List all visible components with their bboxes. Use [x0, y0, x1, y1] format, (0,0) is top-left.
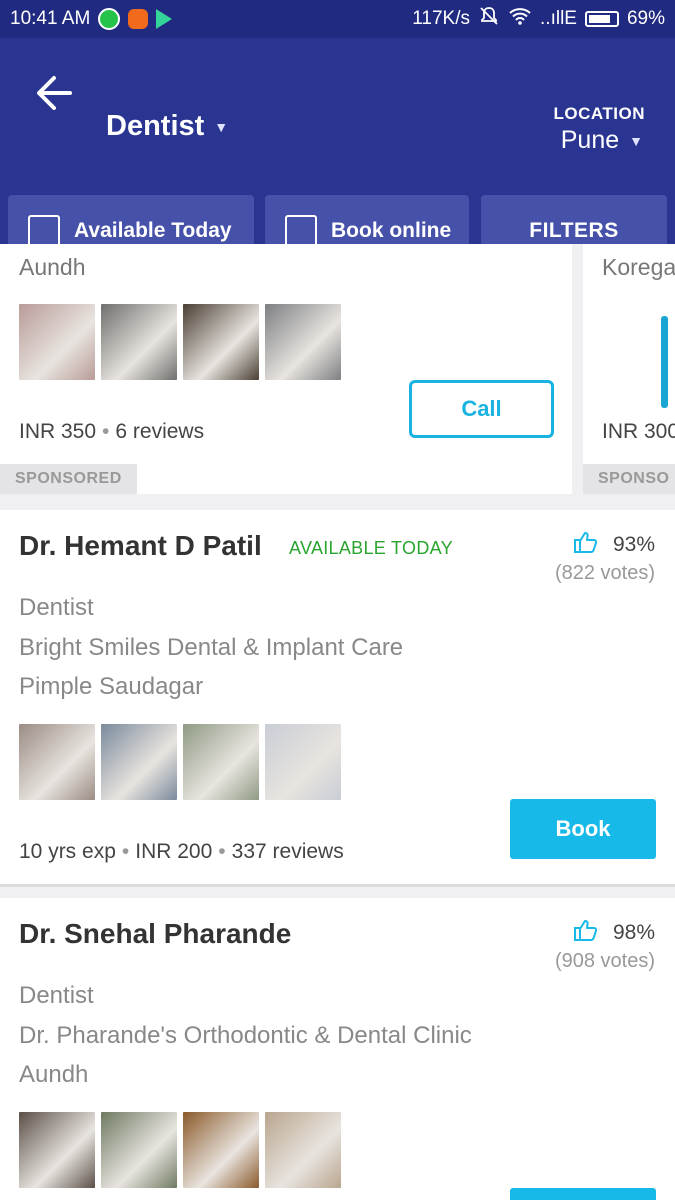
doctor-name[interactable]: Dr. Snehal Pharande [19, 918, 291, 950]
location-value: Pune [560, 126, 620, 154]
specialty: Dentist [19, 982, 94, 1009]
clinic-photo [661, 316, 668, 408]
wifi-icon [508, 6, 532, 32]
battery-level: 69% [626, 8, 665, 29]
consultation-fee: INR 200 [135, 840, 213, 863]
net-speed: 117K/s [412, 8, 471, 29]
thumbs-up-icon [573, 918, 599, 948]
sponsored-card[interactable]: Aundh Call INR 350 • 6 reviews SPONSORED [0, 244, 572, 494]
checkbox-icon [285, 215, 317, 247]
clinic-photo[interactable] [183, 304, 259, 380]
clinic-photos[interactable] [19, 1112, 341, 1188]
clinic-area: Aundh [19, 1061, 89, 1088]
sponsored-tag: SPONSORED [0, 464, 137, 494]
play-store-icon [156, 9, 173, 29]
status-bar: 10:41 AM 117K/s ..ıllE 69% [0, 0, 675, 38]
chevron-down-icon: ▼ [214, 118, 229, 135]
clinic-name: Dr. Pharande's Orthodontic & Dental Clin… [19, 1022, 472, 1049]
review-count[interactable]: 6 reviews [115, 420, 204, 443]
sponsored-tag: SPONSO [583, 464, 675, 494]
review-count[interactable]: 337 reviews [232, 840, 344, 863]
back-arrow-icon[interactable] [30, 68, 80, 118]
clinic-area: Aundh [19, 254, 86, 280]
separator-dot: • [218, 840, 226, 863]
vote-count: (908 votes) [554, 950, 655, 972]
consultation-fee: INR 300 [602, 420, 675, 443]
clinic-photo[interactable] [101, 724, 177, 800]
sponsored-card[interactable]: Korega INR 300 SPONSO [583, 244, 675, 494]
clinic-photo[interactable] [183, 1112, 259, 1188]
signal-indicator: ..ıllE [540, 8, 577, 29]
book-button[interactable]: Book [510, 799, 656, 859]
clinic-name: Bright Smiles Dental & Implant Care [19, 634, 404, 661]
clinic-photo[interactable] [101, 304, 177, 380]
rating-percent: 98% [612, 921, 655, 944]
doctor-card[interactable]: Dr. Snehal Pharande 98% (908 votes) Dent… [0, 898, 675, 1200]
separator-dot: • [121, 840, 130, 863]
checkbox-icon [28, 215, 60, 247]
clinic-photo[interactable] [19, 1112, 95, 1188]
specialty: Dentist [19, 594, 94, 621]
rating-percent: 93% [612, 533, 655, 556]
doctor-card[interactable]: Dr. Hemant D Patil AVAILABLE TODAY 93% (… [0, 510, 675, 884]
location-label: LOCATION [553, 104, 645, 123]
fee-reviews: INR 350 • 6 reviews [19, 420, 204, 444]
clinic-photos[interactable] [19, 304, 341, 380]
doctor-name[interactable]: Dr. Hemant D Patil [19, 530, 262, 562]
status-time: 10:41 AM [10, 8, 91, 29]
mute-icon [478, 5, 500, 33]
page-title: Dentist [106, 110, 205, 142]
filter-label: FILTERS [529, 219, 619, 242]
clinic-photo[interactable] [183, 724, 259, 800]
vote-count: (822 votes) [554, 562, 655, 584]
battery-icon [584, 11, 619, 27]
clinic-photo[interactable] [101, 1112, 177, 1188]
availability-badge: AVAILABLE TODAY [289, 538, 453, 558]
app-bar: Dentist ▼ LOCATION Pune ▼ Available Toda… [0, 38, 675, 267]
filter-label: Book online [331, 219, 452, 242]
clinic-photo[interactable] [265, 1112, 341, 1188]
app-notification-icon [128, 9, 149, 29]
separator-dot: • [102, 420, 110, 443]
clinic-photo[interactable] [19, 724, 95, 800]
experience: 10 yrs exp [19, 840, 116, 863]
filter-label: Available Today [74, 219, 232, 242]
clinic-photo[interactable] [265, 304, 341, 380]
chevron-down-icon: ▼ [629, 132, 643, 149]
call-button[interactable]: Call [409, 380, 554, 438]
clinic-photo[interactable] [19, 304, 95, 380]
clinic-photos[interactable] [19, 724, 341, 800]
rating: 93% [573, 530, 655, 560]
specialty-selector[interactable]: Dentist ▼ [106, 110, 228, 143]
divider [0, 884, 675, 887]
clinic-photo[interactable] [265, 724, 341, 800]
clinic-area: Pimple Saudagar [19, 673, 204, 700]
thumbs-up-icon [573, 530, 599, 560]
consultation-fee: INR 350 [19, 420, 97, 443]
rating: 98% [573, 918, 655, 948]
sponsored-carousel[interactable]: Aundh Call INR 350 • 6 reviews SPONSORED K… [0, 244, 675, 494]
whatsapp-icon [98, 8, 121, 30]
book-button[interactable] [510, 1188, 656, 1200]
clinic-area: Korega [602, 254, 675, 280]
experience-fee-reviews: 10 yrs exp • INR 200 • 337 reviews [19, 840, 344, 864]
location-selector[interactable]: Pune ▼ [561, 126, 643, 155]
